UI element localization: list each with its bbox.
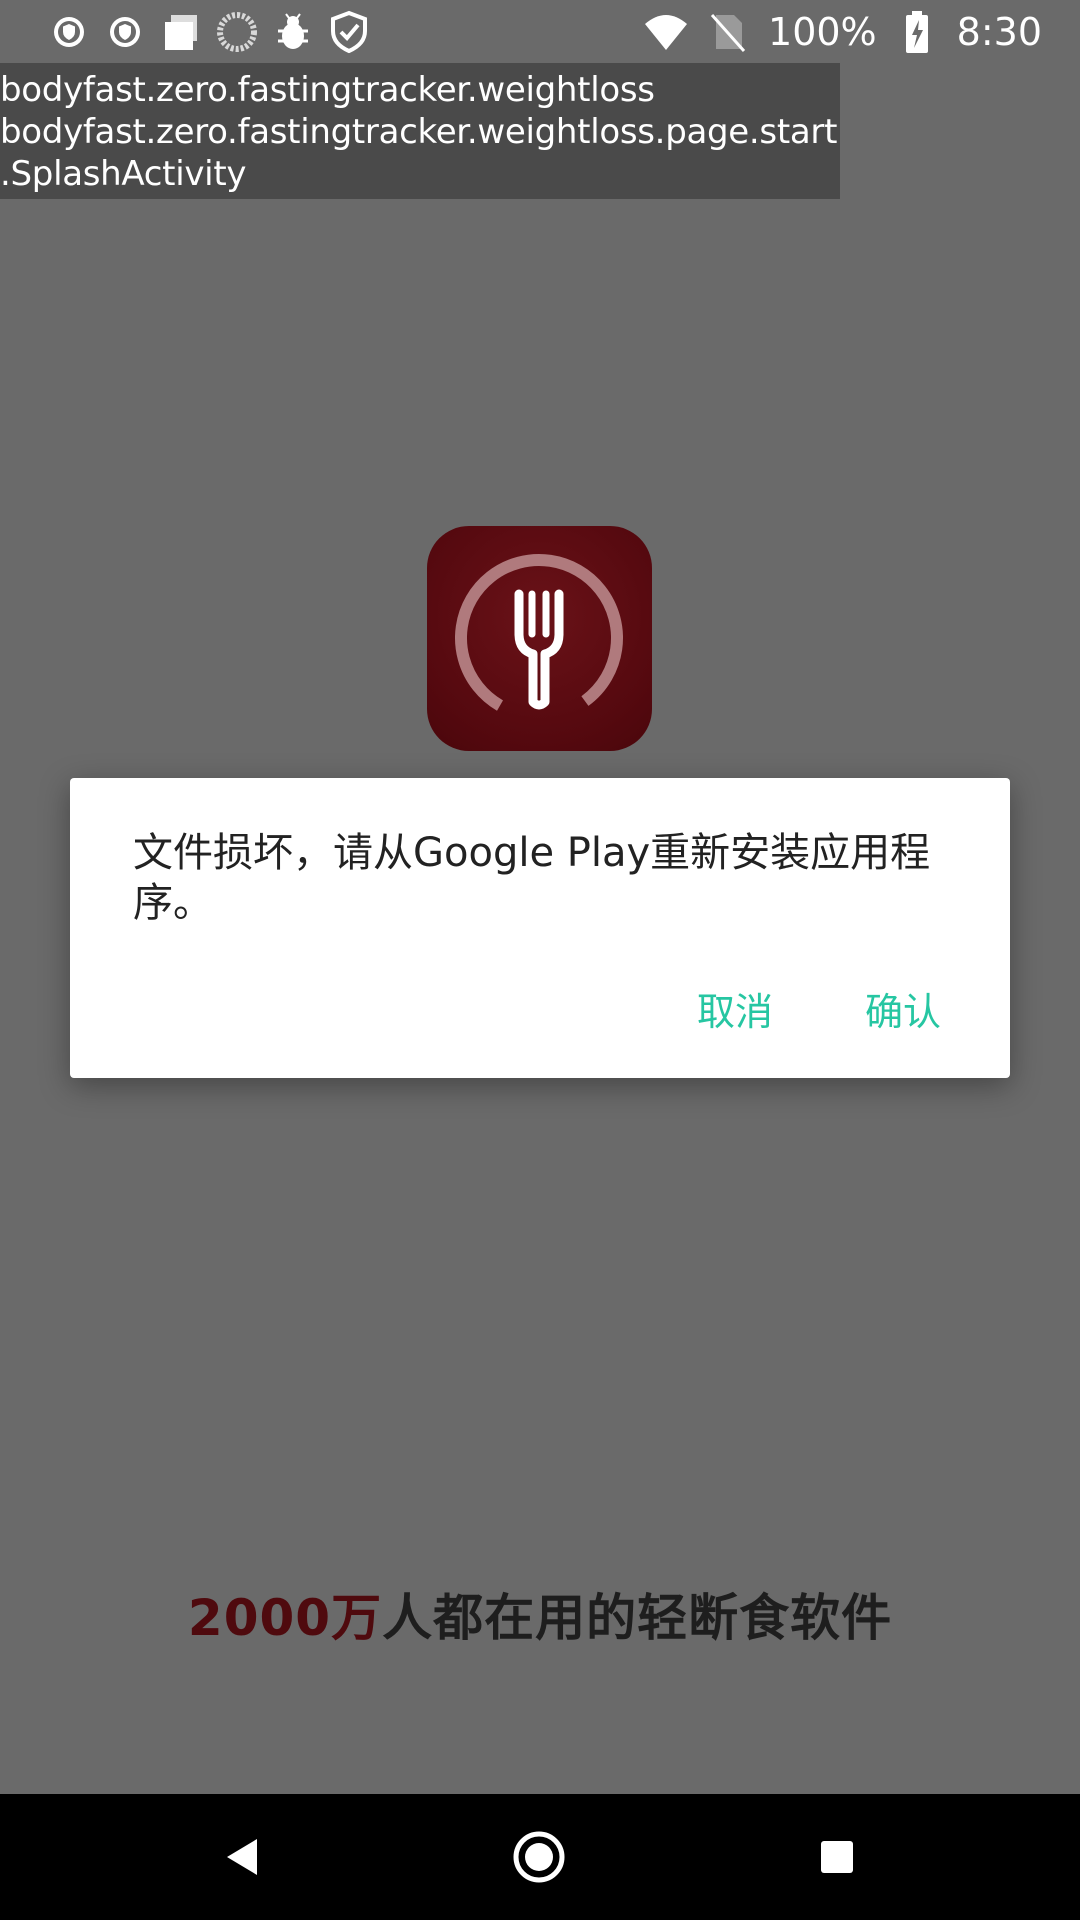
tagline-highlight: 2000万 — [187, 1589, 383, 1647]
loading-circle-icon — [216, 11, 258, 53]
overlay-line: .SplashActivity — [0, 154, 247, 194]
error-dialog: 文件损坏，请从Google Play重新安装应用程序。 取消 确认 — [70, 778, 1010, 1078]
cancel-button[interactable]: 取消 — [670, 978, 800, 1038]
tagline-text: 人都在用的轻断食软件 — [382, 1589, 893, 1647]
app-logo — [427, 526, 652, 751]
home-icon[interactable] — [506, 1824, 572, 1890]
back-icon[interactable] — [208, 1824, 274, 1890]
status-system-area: 100% 8:30 — [644, 6, 1042, 58]
activity-info-overlay: bodyfast.zero.fastingtracker.weightloss … — [0, 63, 840, 199]
status-notification-icons — [48, 8, 370, 56]
shield-badge-icon — [48, 11, 90, 53]
no-sim-icon — [706, 10, 750, 54]
navigation-bar — [0, 1794, 1080, 1920]
splash-tagline: 2000万人都在用的轻断食软件 — [0, 1578, 1080, 1650]
square-stack-icon — [160, 11, 202, 53]
recents-icon[interactable] — [804, 1824, 870, 1890]
fork-timer-icon — [455, 554, 623, 722]
check-shield-icon — [328, 10, 370, 54]
battery-charging-icon — [895, 10, 939, 54]
shield-badge-icon — [104, 11, 146, 53]
dialog-message: 文件损坏，请从Google Play重新安装应用程序。 — [133, 830, 931, 926]
overlay-line: bodyfast.zero.fastingtracker.weightloss — [0, 70, 655, 110]
status-time: 8:30 — [956, 10, 1042, 54]
overlay-line: bodyfast.zero.fastingtracker.weightloss.… — [0, 112, 838, 152]
status-bar: 100% 8:30 — [0, 0, 1080, 63]
bug-icon — [272, 11, 314, 53]
confirm-button[interactable]: 确认 — [838, 978, 968, 1038]
battery-percent: 100% — [768, 10, 877, 54]
wifi-icon — [644, 10, 688, 54]
